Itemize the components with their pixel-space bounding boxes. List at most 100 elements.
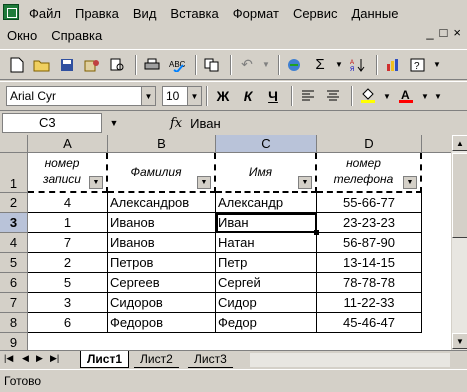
- restore-button[interactable]: □: [440, 25, 448, 40]
- save-icon[interactable]: [56, 54, 78, 76]
- autosum-dropdown-icon[interactable]: ▼: [334, 60, 344, 69]
- autofilter-dropdown-icon[interactable]: ▼: [403, 176, 417, 189]
- cell-record-number[interactable]: 7: [28, 233, 108, 253]
- cell-record-number[interactable]: 2: [28, 253, 108, 273]
- cell-name[interactable]: Сидор: [216, 293, 317, 313]
- chart-wizard-icon[interactable]: [382, 54, 404, 76]
- cell-name[interactable]: Сергей: [216, 273, 317, 293]
- menu-edit[interactable]: Правка: [68, 6, 126, 21]
- menu-data[interactable]: Данные: [344, 6, 405, 21]
- row-header-2[interactable]: 2: [0, 193, 28, 213]
- fill-handle[interactable]: [314, 230, 319, 235]
- spelling-icon[interactable]: ABC: [166, 54, 188, 76]
- close-button[interactable]: ×: [453, 25, 461, 40]
- sort-ascending-icon[interactable]: АЯ: [347, 54, 369, 76]
- formula-input[interactable]: Иван: [190, 116, 221, 131]
- cell-record-number[interactable]: 1: [28, 213, 108, 233]
- open-folder-icon[interactable]: [31, 54, 53, 76]
- first-sheet-icon[interactable]: |◀: [4, 353, 13, 364]
- cell-record-number[interactable]: 3: [28, 293, 108, 313]
- column-header-d[interactable]: D: [317, 135, 422, 153]
- autofilter-dropdown-icon[interactable]: ▼: [197, 176, 211, 189]
- cell-surname[interactable]: Иванов: [108, 213, 216, 233]
- permission-icon[interactable]: [81, 54, 103, 76]
- chevron-down-icon[interactable]: ▼: [187, 87, 201, 105]
- print-icon[interactable]: [141, 54, 163, 76]
- font-size-combo[interactable]: 10 ▼: [162, 86, 202, 106]
- cell-phone[interactable]: 11-22-33: [317, 293, 422, 313]
- sheet-tab-2[interactable]: Лист2: [134, 351, 179, 368]
- cell-surname[interactable]: Александров: [108, 193, 216, 213]
- scroll-down-icon[interactable]: ▼: [452, 333, 467, 349]
- cell-phone[interactable]: 55-66-77: [317, 193, 422, 213]
- scroll-up-icon[interactable]: ▲: [452, 135, 467, 151]
- chevron-down-icon[interactable]: ▼: [107, 114, 121, 132]
- menu-file[interactable]: Файл: [22, 6, 68, 21]
- autosum-icon[interactable]: Σ: [309, 54, 331, 76]
- menu-tools[interactable]: Сервис: [286, 6, 345, 21]
- autofilter-dropdown-icon[interactable]: ▼: [298, 176, 312, 189]
- help-icon[interactable]: ?: [407, 54, 429, 76]
- next-sheet-icon[interactable]: ▶: [36, 353, 43, 364]
- undo-dropdown-icon[interactable]: ▼: [261, 60, 271, 69]
- header-cell-record-number[interactable]: номер записи ▼: [28, 153, 108, 193]
- last-sheet-icon[interactable]: ▶|: [50, 353, 59, 364]
- cell-record-number[interactable]: 4: [28, 193, 108, 213]
- column-header-c[interactable]: C: [216, 135, 317, 153]
- italic-button[interactable]: К: [237, 85, 259, 107]
- header-cell-phone[interactable]: номер телефона ▼: [317, 153, 422, 193]
- fill-color-dropdown-icon[interactable]: ▼: [382, 92, 392, 101]
- cell-surname[interactable]: Петров: [108, 253, 216, 273]
- select-all-corner[interactable]: [0, 135, 28, 153]
- cell-name[interactable]: Федор: [216, 313, 317, 333]
- cell-record-number[interactable]: 6: [28, 313, 108, 333]
- print-preview-icon[interactable]: [106, 54, 128, 76]
- menu-window[interactable]: Окно: [0, 28, 44, 43]
- font-color-dropdown-icon[interactable]: ▼: [420, 92, 430, 101]
- chevron-down-icon[interactable]: ▼: [141, 87, 155, 105]
- horizontal-scrollbar[interactable]: [250, 353, 450, 367]
- copy-icon[interactable]: [201, 54, 223, 76]
- minimize-button[interactable]: _: [426, 25, 433, 40]
- name-box[interactable]: C3 ▼: [2, 113, 118, 133]
- hyperlink-icon[interactable]: [284, 54, 306, 76]
- cell-surname[interactable]: Сергеев: [108, 273, 216, 293]
- row-header-7[interactable]: 7: [0, 293, 28, 313]
- cell-surname[interactable]: Сидоров: [108, 293, 216, 313]
- header-cell-surname[interactable]: Фамилия ▼: [108, 153, 216, 193]
- row-header-4[interactable]: 4: [0, 233, 28, 253]
- cell-surname[interactable]: Иванов: [108, 233, 216, 253]
- cell-phone[interactable]: 13-14-15: [317, 253, 422, 273]
- cell-surname[interactable]: Федоров: [108, 313, 216, 333]
- empty-row[interactable]: [28, 333, 422, 350]
- sheet-tab-3[interactable]: Лист3: [188, 351, 233, 368]
- cell-phone[interactable]: 78-78-78: [317, 273, 422, 293]
- menu-help[interactable]: Справка: [44, 28, 109, 43]
- excel-app-icon[interactable]: [3, 4, 19, 20]
- menu-insert[interactable]: Вставка: [163, 6, 225, 21]
- row-header-6[interactable]: 6: [0, 273, 28, 293]
- insert-function-icon[interactable]: fx: [170, 116, 182, 131]
- row-header-5[interactable]: 5: [0, 253, 28, 273]
- fill-color-icon[interactable]: [357, 85, 379, 107]
- menu-format[interactable]: Формат: [226, 6, 286, 21]
- cell-name[interactable]: Петр: [216, 253, 317, 273]
- align-left-icon[interactable]: [297, 85, 319, 107]
- vertical-scrollbar[interactable]: ▲ ▼: [451, 135, 467, 350]
- cell-record-number[interactable]: 5: [28, 273, 108, 293]
- scroll-thumb[interactable]: [452, 153, 467, 238]
- underline-button[interactable]: Ч: [262, 85, 284, 107]
- column-header-b[interactable]: B: [108, 135, 216, 153]
- header-cell-name[interactable]: Имя ▼: [216, 153, 317, 193]
- align-center-icon[interactable]: [322, 85, 344, 107]
- prev-sheet-icon[interactable]: ◀: [22, 353, 29, 364]
- new-document-icon[interactable]: [6, 54, 28, 76]
- toolbar-options-icon[interactable]: ▼: [433, 92, 443, 101]
- font-name-combo[interactable]: Arial Cyr ▼: [6, 86, 156, 106]
- undo-icon[interactable]: ↶: [236, 54, 258, 76]
- cell-phone[interactable]: 45-46-47: [317, 313, 422, 333]
- column-header-a[interactable]: A: [28, 135, 108, 153]
- active-cell[interactable]: Иван: [216, 213, 317, 233]
- menu-view[interactable]: Вид: [126, 6, 164, 21]
- row-header-3[interactable]: 3: [0, 213, 28, 233]
